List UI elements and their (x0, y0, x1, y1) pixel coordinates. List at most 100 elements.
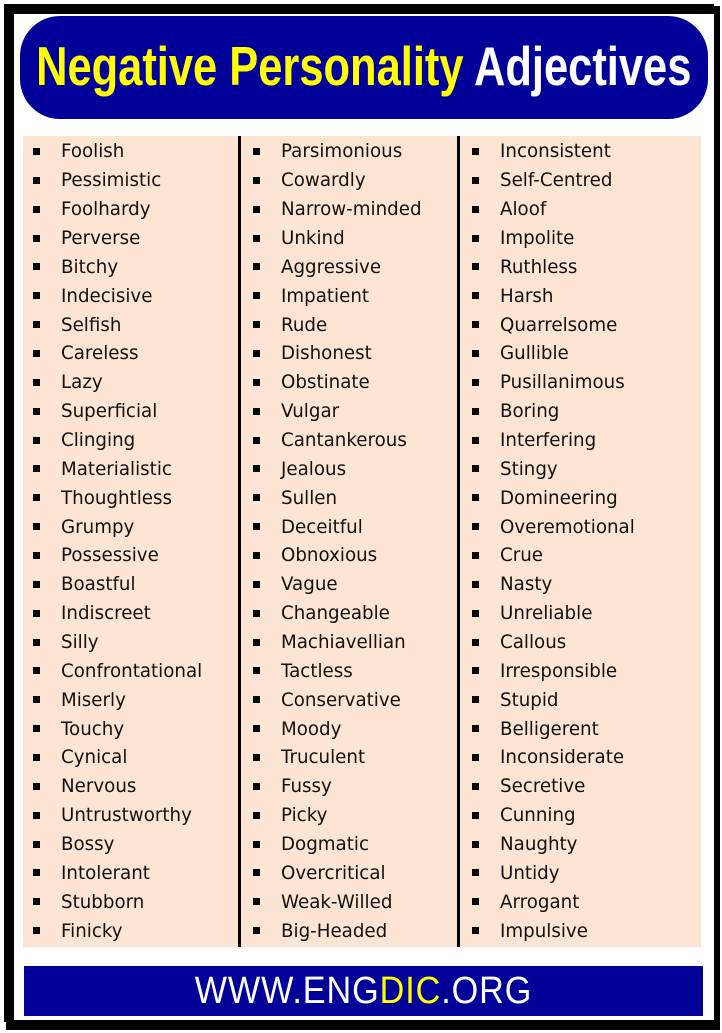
list-item: Ruthless (472, 252, 640, 281)
list-item: Sullen (253, 483, 427, 512)
list-item: Cantankerous (253, 426, 427, 455)
adjective-text: Rude (281, 313, 328, 336)
adjective-text: Foolish (61, 140, 125, 163)
square-bullet-icon (472, 551, 479, 559)
square-bullet-icon (472, 840, 479, 848)
adjective-text: Aloof (500, 198, 547, 221)
adjective-text: Impolite (500, 227, 575, 249)
adjective-text: Quarrelsome (500, 313, 618, 336)
list-item: Finicky (33, 916, 208, 945)
adjective-text: Cunning (500, 804, 576, 827)
adjective-text: Interfering (500, 429, 597, 452)
square-bullet-icon (33, 234, 40, 242)
square-bullet-icon (253, 638, 260, 646)
list-item: Bossy (33, 830, 208, 859)
square-bullet-icon (33, 696, 40, 704)
adjective-text: Dogmatic (281, 833, 369, 856)
adjective-text: Domineering (500, 486, 618, 509)
footer-banner: WWW.ENGDIC.ORG (24, 966, 703, 1016)
adjective-text: Superficial (61, 400, 158, 423)
square-bullet-icon (472, 811, 479, 819)
square-bullet-icon (33, 551, 40, 559)
list-item: Truculent (253, 743, 427, 772)
square-bullet-icon (33, 407, 40, 415)
adjective-text: Big-Headed (281, 919, 388, 942)
square-bullet-icon (472, 263, 479, 271)
list-item: Quarrelsome (472, 310, 640, 339)
adjective-text: Cynical (61, 746, 128, 769)
adjective-column-2: Parsimonious Cowardly Narrow-minded Unkind A… (253, 137, 427, 945)
square-bullet-icon (253, 494, 260, 502)
adjective-text: Grumpy (61, 515, 135, 538)
website-url[interactable]: WWW.ENGDIC.ORG (195, 972, 532, 1010)
adjective-text: Deceitful (281, 515, 363, 538)
square-bullet-icon (472, 234, 479, 242)
adjective-text: Bossy (61, 833, 115, 856)
adjective-text: Vague (281, 573, 338, 596)
list-item: Unkind (253, 224, 427, 253)
adjective-text: Stupid (500, 688, 559, 711)
square-bullet-icon (472, 205, 479, 213)
square-bullet-icon (33, 465, 40, 473)
list-item: Naughty (472, 830, 640, 859)
list-item: Aloof (472, 195, 640, 224)
adjective-text: Unreliable (500, 602, 593, 625)
list-item: Vague (253, 570, 427, 599)
adjective-text: Impulsive (500, 919, 588, 942)
list-item: Foolish (33, 137, 208, 166)
list-item: Picky (253, 801, 427, 830)
square-bullet-icon (472, 725, 479, 733)
list-item: Belligerent (472, 714, 640, 743)
list-item: Secretive (472, 772, 640, 801)
square-bullet-icon (472, 898, 479, 906)
adjective-text: Naughty (500, 833, 578, 856)
adjective-text: Gullible (500, 342, 569, 365)
list-item: Superficial (33, 397, 208, 426)
square-bullet-icon (472, 609, 479, 617)
adjective-text: Impatient (281, 284, 370, 307)
list-item: Obstinate (253, 368, 427, 397)
square-bullet-icon (472, 349, 479, 357)
square-bullet-icon (253, 349, 260, 357)
adjective-text: Indecisive (61, 284, 153, 307)
title-text: Negative Personality Adjectives (36, 39, 691, 94)
list-item: Crue (472, 541, 640, 570)
square-bullet-icon (253, 378, 260, 386)
adjective-text: Aggressive (281, 255, 382, 278)
square-bullet-icon (33, 436, 40, 444)
square-bullet-icon (33, 667, 40, 675)
square-bullet-icon (472, 378, 479, 386)
list-item: Vulgar (253, 397, 427, 426)
adjective-text: Silly (61, 631, 99, 654)
list-item: Irresponsible (472, 656, 640, 685)
adjective-text: Irresponsible (500, 659, 618, 682)
adjective-text: Vulgar (281, 400, 340, 423)
list-item: Inconsiderate (472, 743, 640, 772)
adjective-text: Inconsistent (500, 140, 611, 163)
square-bullet-icon (472, 782, 479, 790)
url-accent: DIC (379, 970, 442, 1012)
adjective-text: Jealous (281, 457, 347, 480)
list-item: Nasty (472, 570, 640, 599)
list-item: Miserly (33, 685, 208, 714)
square-bullet-icon (253, 840, 260, 848)
list-item: Moody (253, 714, 427, 743)
adjective-text: Materialistic (61, 457, 172, 480)
adjective-text: Moody (281, 717, 342, 740)
square-bullet-icon (253, 436, 260, 444)
square-bullet-icon (472, 927, 479, 935)
square-bullet-icon (472, 580, 479, 588)
adjective-text: Overcritical (281, 861, 386, 884)
adjective-text: Arrogant (500, 890, 580, 913)
square-bullet-icon (253, 147, 260, 155)
square-bullet-icon (472, 176, 479, 184)
list-item: Lazy (33, 368, 208, 397)
list-item: Domineering (472, 483, 640, 512)
square-bullet-icon (33, 782, 40, 790)
square-bullet-icon (253, 811, 260, 819)
adjective-text: Cowardly (281, 169, 366, 192)
square-bullet-icon (33, 147, 40, 155)
adjective-text: Self-Centred (500, 169, 613, 192)
adjective-text: Lazy (61, 371, 103, 394)
list-item: Materialistic (33, 454, 208, 483)
